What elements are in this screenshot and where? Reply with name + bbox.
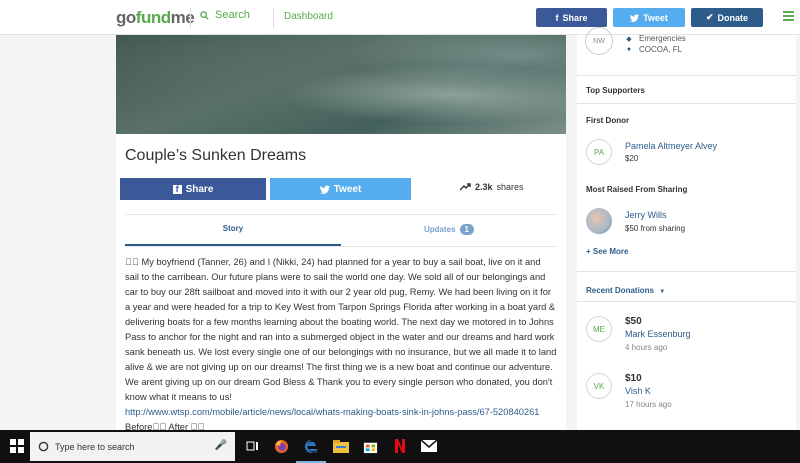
sidebar-divider <box>577 301 796 302</box>
gofundme-logo[interactable]: gofundme <box>116 8 195 28</box>
facebook-share-button[interactable]: f Share <box>536 8 607 27</box>
caret-down-icon: ▼ <box>659 289 666 295</box>
netflix-icon[interactable] <box>391 437 409 455</box>
tab-updates[interactable]: Updates 1 <box>341 221 557 246</box>
store-icon[interactable] <box>361 437 379 455</box>
task-view-icon[interactable] <box>243 437 261 455</box>
category-label[interactable]: Emergencies <box>639 34 686 43</box>
shares-count: 2.3k shares <box>460 182 524 192</box>
updates-count-badge: 1 <box>459 224 474 235</box>
donor-avatar: ME <box>586 316 612 342</box>
taskbar-search-placeholder: Type here to search <box>55 441 135 452</box>
edge-icon[interactable] <box>302 437 320 455</box>
search-icon <box>200 10 209 20</box>
windows-start-icon[interactable] <box>10 439 24 453</box>
location-row: ● COCOA, FL <box>625 45 682 54</box>
share-label: Share <box>562 12 588 23</box>
donor-name[interactable]: Vish K <box>625 386 651 396</box>
shares-word: shares <box>496 182 524 192</box>
donation-amount: $10 <box>625 373 642 384</box>
nav-divider <box>190 8 191 28</box>
sharer-name[interactable]: Jerry Wills <box>625 210 667 220</box>
location-pin-icon: ● <box>626 46 632 53</box>
tabs-bottom-divider <box>125 246 557 247</box>
donate-label: Donate <box>717 12 749 23</box>
donor-name[interactable]: Mark Essenburg <box>625 329 691 339</box>
donation-time: 4 hours ago <box>625 343 668 352</box>
location-label: COCOA, FL <box>639 45 683 54</box>
windows-taskbar: Type here to search 🎤 <box>0 430 800 463</box>
checkmark-icon: ✔ <box>705 12 714 22</box>
nav-divider <box>273 8 274 28</box>
tweet-label: Tweet <box>333 183 362 195</box>
sidebar-divider <box>577 271 796 272</box>
taskbar-search-box[interactable]: Type here to search 🎤 <box>30 432 235 461</box>
shares-number: 2.3k <box>475 182 493 192</box>
news-article-link[interactable]: http://www.wtsp.com/mobile/article/news/… <box>125 407 539 417</box>
campaign-card: Couple’s Sunken Dreams f Share Tweet 2.3… <box>116 35 566 430</box>
organizer-avatar: NW <box>585 27 613 55</box>
search-icon <box>38 441 49 452</box>
donor-avatar: VK <box>586 373 612 399</box>
tab-updates-label: Updates <box>423 225 456 234</box>
tab-story[interactable]: Story <box>125 221 341 246</box>
top-supporters-heading: Top Supporters <box>586 86 645 95</box>
first-donor-amount: $20 <box>625 154 639 163</box>
donor-avatar: PA <box>586 139 612 165</box>
donation-amount: $50 <box>625 316 642 327</box>
most-raised-heading: Most Raised From Sharing <box>586 185 688 194</box>
twitter-icon <box>319 185 330 194</box>
facebook-icon: f <box>555 12 559 23</box>
sidebar-divider <box>577 75 796 76</box>
campaign-hero-image <box>116 35 566 134</box>
firefox-icon[interactable] <box>272 437 290 455</box>
file-explorer-icon[interactable] <box>332 437 350 455</box>
microphone-icon[interactable]: 🎤 <box>215 440 227 451</box>
sidebar-divider <box>577 103 796 104</box>
recent-donations-label: Recent Donations <box>586 286 655 295</box>
see-more-link[interactable]: + See More <box>586 247 628 256</box>
tag-icon: ◆ <box>626 35 632 43</box>
facebook-share-button-large[interactable]: f Share <box>120 178 266 200</box>
twitter-icon <box>630 13 640 22</box>
story-tail: Before   After    <box>125 422 205 430</box>
story-body:    My boyfriend (Tanner, 26) and I (Nikk… <box>125 255 557 430</box>
share-label: Share <box>185 183 214 195</box>
first-donor-name[interactable]: Pamela Altmeyer Alvey <box>625 141 717 151</box>
tweet-button-large[interactable]: Tweet <box>270 178 411 200</box>
category-row: ◆ Emergencies <box>625 34 686 43</box>
mail-icon[interactable] <box>420 437 438 455</box>
recent-donations-dropdown[interactable]: Recent Donations ▼ <box>586 286 665 295</box>
story-text:    My boyfriend (Tanner, 26) and I (Nikk… <box>125 257 557 402</box>
facebook-icon: f <box>172 184 182 194</box>
dashboard-link[interactable]: Dashboard <box>284 11 333 22</box>
trending-up-icon <box>460 183 471 191</box>
sharer-avatar <box>586 208 612 234</box>
tabs-divider <box>125 214 557 215</box>
logo-part-go: go <box>116 8 136 27</box>
donation-time: 17 hours ago <box>625 400 672 409</box>
logo-part-fund: fund <box>135 8 171 27</box>
first-donor-heading: First Donor <box>586 116 630 125</box>
search-link[interactable]: Search <box>200 9 250 21</box>
campaign-sidebar: NW ◆ Emergencies ● COCOA, FL Top Support… <box>577 27 796 430</box>
donate-button[interactable]: ✔ Donate <box>691 8 763 27</box>
campaign-title: Couple’s Sunken Dreams <box>125 147 307 164</box>
tweet-label: Tweet <box>643 12 668 23</box>
search-label: Search <box>215 9 250 21</box>
sharer-detail: $50 from sharing <box>625 224 686 233</box>
tweet-button[interactable]: Tweet <box>613 8 685 27</box>
hamburger-menu-icon[interactable] <box>783 11 794 23</box>
top-navigation: gofundme Search Dashboard f Share Tweet … <box>0 0 800 35</box>
